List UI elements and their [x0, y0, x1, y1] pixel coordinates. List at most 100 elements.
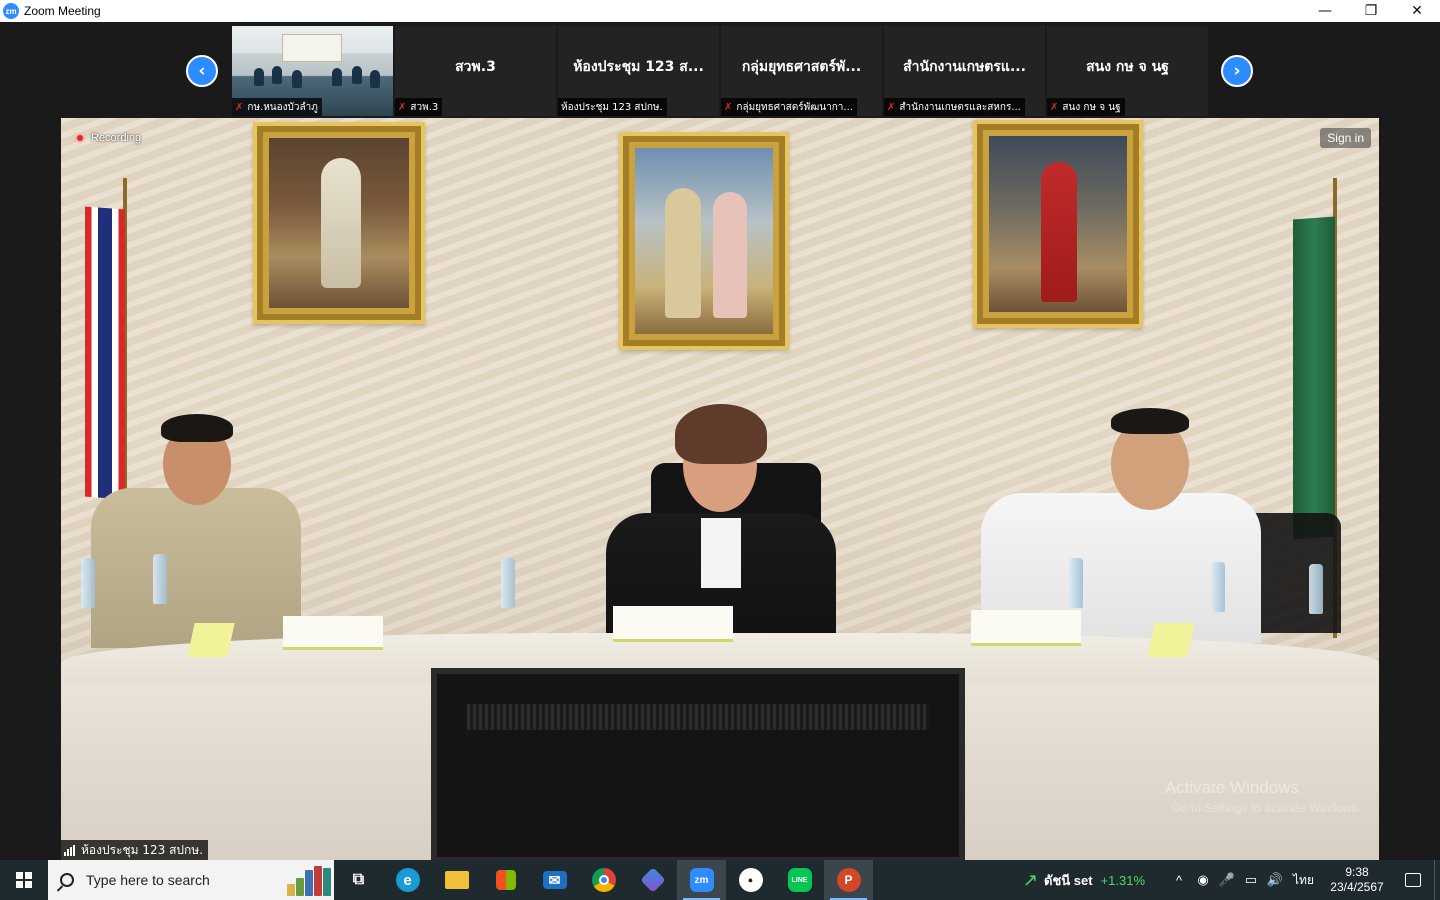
meeting-area: ‹ ✗ กษ.หนองบัวลำภู สวพ.3 ✗ สวพ.3 ห้องประชุ…: [0, 22, 1440, 860]
taskbar-app-edge[interactable]: e: [383, 860, 432, 900]
mic-muted-icon: ✗: [235, 101, 244, 113]
task-view-icon: ⧉: [352, 871, 365, 888]
nameplate: [283, 616, 383, 650]
portrait-frame-left: [253, 122, 425, 324]
show-hidden-icons-button[interactable]: ^: [1167, 860, 1191, 900]
windows-taskbar: Type here to search ⧉ e ✉ zm ● LINE P ↗ …: [0, 860, 1440, 900]
search-placeholder: Type here to search: [86, 872, 210, 888]
stock-widget[interactable]: ↗ ดัชนี set +1.31%: [1023, 870, 1145, 891]
taskbar-app-store[interactable]: [481, 860, 530, 900]
active-speaker-video[interactable]: Recording Sign in Activate Windows Go to…: [61, 118, 1379, 860]
participant-label: ✗ สวพ.3: [395, 98, 443, 116]
edge-icon: e: [395, 868, 420, 892]
app-circle-icon: ●: [738, 868, 763, 892]
line-icon: LINE: [787, 868, 812, 892]
taskbar-app-copilot[interactable]: [628, 860, 677, 900]
ministry-flag: [1293, 216, 1335, 540]
folder-icon: [444, 871, 469, 889]
water-bottle: [1309, 564, 1323, 614]
stock-name: ดัชนี set: [1044, 872, 1093, 888]
desk-monitor: [431, 668, 965, 860]
thai-flag: [85, 206, 125, 500]
next-page-button[interactable]: ›: [1221, 55, 1253, 87]
recording-dot-icon: [75, 133, 85, 143]
mic-muted-icon: ✗: [887, 101, 896, 113]
trend-up-icon: ↗: [1022, 869, 1038, 890]
title-bar: zm Zoom Meeting — ❐ ✕: [0, 0, 1440, 22]
zoom-icon: zm: [689, 868, 714, 892]
chevron-left-icon: ‹: [198, 61, 206, 81]
taskbar-app-zoom[interactable]: zm: [677, 860, 726, 900]
notification-icon: [1405, 873, 1421, 887]
close-button[interactable]: ✕: [1394, 0, 1440, 22]
signal-bars-icon: [64, 844, 76, 856]
document-card: [187, 623, 235, 657]
portrait-frame-right: [973, 120, 1143, 328]
participant-tile-0[interactable]: ✗ กษ.หนองบัวลำภู: [232, 26, 393, 116]
mic-muted-icon: ✗: [724, 101, 733, 113]
window-controls: — ❐ ✕: [1302, 0, 1440, 22]
taskbar-app-line[interactable]: LINE: [775, 860, 824, 900]
input-language[interactable]: ไทย: [1293, 871, 1314, 890]
meet-now-icon[interactable]: ◉: [1191, 860, 1215, 900]
system-tray: ↗ ดัชนี set +1.31% ^ ◉ 🎤 ▭ 🔊 ไทย 9:38 23…: [1023, 860, 1440, 900]
recording-indicator: Recording: [75, 132, 141, 144]
nameplate: [613, 606, 733, 642]
mail-icon: ✉: [542, 871, 567, 889]
mic-muted-icon: ✗: [398, 101, 407, 113]
chevron-right-icon: ›: [1233, 61, 1241, 81]
zoom-logo-icon: zm: [3, 3, 19, 19]
window-title: Zoom Meeting: [24, 4, 101, 18]
start-button[interactable]: [0, 860, 48, 900]
taskbar-app-circle[interactable]: ●: [726, 860, 775, 900]
search-icon: [60, 873, 74, 887]
participant-label: ✗ กษ.หนองบัวลำภู: [232, 98, 322, 116]
water-bottle: [501, 558, 515, 608]
taskbar-app-chrome[interactable]: [579, 860, 628, 900]
participant-tile-3[interactable]: กลุ่มยุทธศาสตร์พั... ✗ กลุ่มยุทธศาสตร์พัฒ…: [721, 26, 882, 116]
clock-date: 23/4/2567: [1330, 880, 1384, 894]
previous-page-button[interactable]: ‹: [186, 55, 218, 87]
participant-label: ห้องประชุม 123 สปกษ.: [558, 98, 667, 116]
taskbar-app-powerpoint[interactable]: P: [824, 860, 873, 900]
windows-logo-icon: [16, 872, 32, 888]
portrait-frame-center: [619, 132, 789, 350]
minimize-button[interactable]: —: [1302, 0, 1348, 22]
store-icon: [495, 870, 516, 890]
copilot-icon: [639, 867, 666, 893]
active-speaker-label: ห้องประชุม 123 สปกษ.: [61, 840, 209, 860]
chrome-icon: [591, 868, 616, 892]
taskbar-app-file-explorer[interactable]: [432, 860, 481, 900]
microphone-icon[interactable]: 🎤: [1215, 860, 1239, 900]
activation-watermark-subtitle: Go to Settings to activate Windows.: [1171, 801, 1361, 815]
water-bottle: [81, 558, 95, 608]
participant-strip: ‹ ✗ กษ.หนองบัวลำภู สวพ.3 ✗ สวพ.3 ห้องประชุ…: [0, 22, 1440, 118]
clock[interactable]: 9:38 23/4/2567: [1322, 865, 1392, 895]
water-bottle: [153, 554, 167, 604]
participant-tile-5[interactable]: สนง กษ จ นฐ ✗ สนง กษ จ นฐ: [1047, 26, 1208, 116]
water-bottle: [1069, 558, 1083, 608]
show-desktop-button[interactable]: [1434, 860, 1440, 900]
stock-change: +1.31%: [1100, 872, 1146, 888]
sign-in-button[interactable]: Sign in: [1320, 128, 1371, 148]
activation-watermark-title: Activate Windows: [1164, 778, 1299, 797]
participant-tile-1[interactable]: สวพ.3 ✗ สวพ.3: [395, 26, 556, 116]
participant-tile-2[interactable]: ห้องประชุม 123 ส... ห้องประชุม 123 สปกษ.: [558, 26, 719, 116]
restore-button[interactable]: ❐: [1348, 0, 1394, 22]
participant-tile-4[interactable]: สำนักงานเกษตรแ... ✗ สำนักงานเกษตรและสหกร.…: [884, 26, 1045, 116]
document-card: [1147, 623, 1195, 657]
powerpoint-icon: P: [836, 868, 861, 892]
search-highlight-icon: [287, 864, 332, 896]
mic-muted-icon: ✗: [1050, 101, 1059, 113]
participant-label: ✗ สำนักงานเกษตรและสหกร...: [884, 98, 1025, 116]
volume-icon[interactable]: 🔊: [1263, 860, 1287, 900]
taskbar-app-mail[interactable]: ✉: [530, 860, 579, 900]
taskbar-search-box[interactable]: Type here to search: [48, 860, 334, 900]
notification-center-button[interactable]: [1392, 860, 1434, 900]
task-view-button[interactable]: ⧉: [334, 860, 383, 900]
nameplate: [971, 610, 1081, 646]
clock-time: 9:38: [1345, 865, 1369, 879]
network-icon[interactable]: ▭: [1239, 860, 1263, 900]
water-bottle: [1211, 562, 1225, 612]
participant-label: ✗ กลุ่มยุทธศาสตร์พัฒนากา...: [721, 98, 857, 116]
